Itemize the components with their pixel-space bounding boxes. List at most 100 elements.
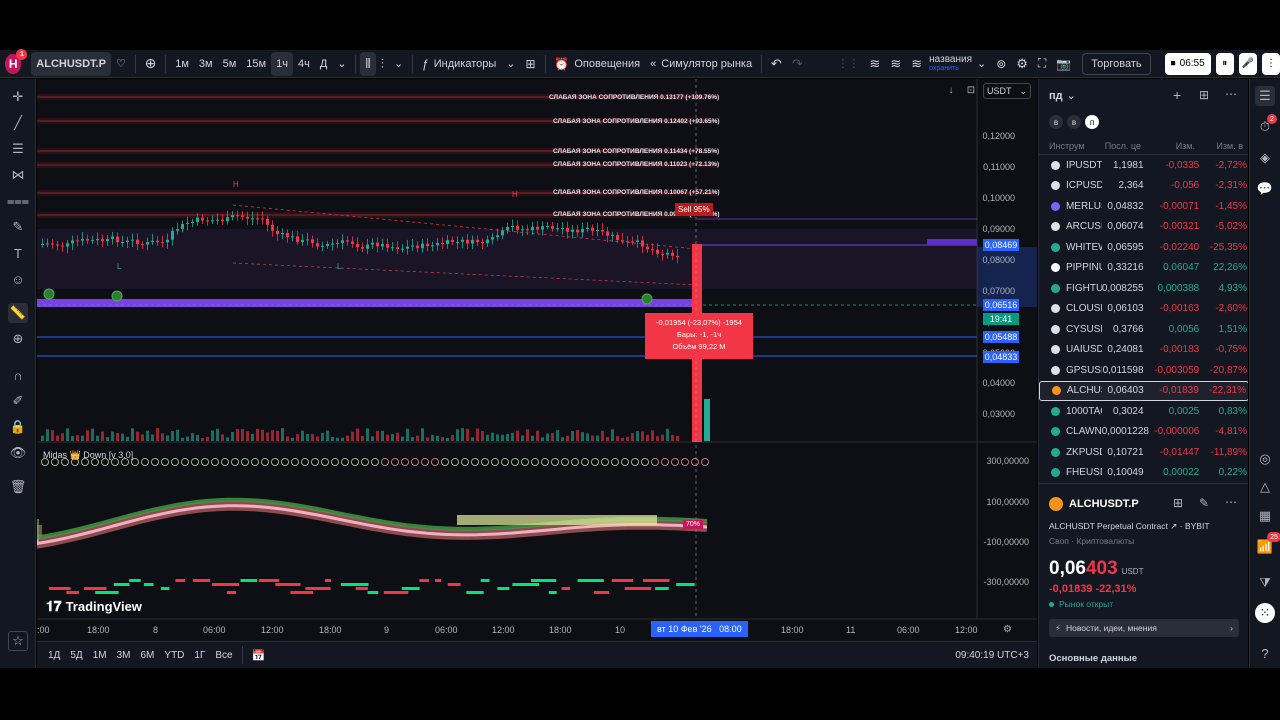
quick-search-icon[interactable]: ⊚ xyxy=(991,52,1011,76)
trade-button[interactable]: Торговать xyxy=(1082,52,1151,75)
watchlist-row[interactable]: 1000TAG 0,3024 0,0025 0,83% xyxy=(1039,401,1248,421)
range-4[interactable]: 6М xyxy=(136,643,160,667)
range-1[interactable]: 5Д xyxy=(65,643,87,667)
clock-label[interactable]: 09:40:19 UTC+3 xyxy=(955,650,1029,661)
interval-0[interactable]: 1м xyxy=(170,52,194,76)
interval-dropdown-icon[interactable]: ⌄ xyxy=(332,52,351,76)
watchlist-row[interactable]: IPUSDT 1,1981 -0,0335 -2,72% xyxy=(1039,155,1248,175)
header-change[interactable]: Изм. xyxy=(1141,141,1195,151)
watchlist-row[interactable]: ARCUSD 0,06074 -0,00321 -5,02% xyxy=(1039,217,1248,237)
settings-gear-icon[interactable]: ⚙ xyxy=(1011,52,1033,76)
watchlist-row[interactable]: CLAWNC0,0001228 -0,000006 -4,81% xyxy=(1039,422,1248,442)
help-drop-icon[interactable]: ⧩ xyxy=(1255,573,1275,593)
watchlist-row[interactable]: MERLUS 0,04832 -0,00071 -1,45% xyxy=(1039,196,1248,216)
details-symbol[interactable]: ALCHUSDT.P xyxy=(1069,498,1139,510)
currency-select[interactable]: USDT ⌄ xyxy=(983,83,1031,99)
time-axis-settings-icon[interactable]: ⚙ xyxy=(1003,624,1012,635)
brush-icon[interactable]: ✎ xyxy=(8,217,28,237)
chat-icon[interactable]: 💬 xyxy=(1255,179,1275,199)
advanced-view-icon[interactable]: ⊞ xyxy=(1199,88,1209,102)
watchlist-row[interactable]: CYSUSD 0,3766 0,0056 1,51% xyxy=(1039,319,1248,339)
fullscreen-icon[interactable]: ⛶ xyxy=(1033,52,1051,76)
zoom-icon[interactable]: ⊕ xyxy=(8,329,28,349)
watchlist-tab-1[interactable]: в xyxy=(1067,115,1081,129)
watchlist-row[interactable]: ZKPUSD 0,10721 -0,01447 -11,89% xyxy=(1039,442,1248,462)
fundamentals-title[interactable]: Основные данные xyxy=(1049,653,1137,664)
stay-drawing-icon[interactable]: ✐ xyxy=(8,391,28,411)
range-5[interactable]: YTD xyxy=(159,643,189,667)
compare-plus-icon[interactable]: ⊕ xyxy=(140,52,162,76)
apps-grid-icon[interactable]: ⁙ xyxy=(1255,603,1275,623)
microphone-icon[interactable]: 🎤 xyxy=(1238,52,1257,75)
range-7[interactable]: Все xyxy=(210,643,237,667)
interval-5[interactable]: 4ч xyxy=(293,52,315,76)
ideas-icon[interactable]: △ xyxy=(1255,477,1275,497)
watchlist-row[interactable]: PIPPINU 0,33216 0,06047 22,26% xyxy=(1039,258,1248,278)
range-3[interactable]: 3М xyxy=(112,643,136,667)
redo-icon[interactable]: ↷ xyxy=(787,52,808,76)
magnet-icon[interactable]: ∩ xyxy=(8,365,28,385)
news-ideas-button[interactable]: ⚡ Новости, идеи, мнения › xyxy=(1049,619,1239,637)
layers-icon[interactable]: ◈ xyxy=(1255,148,1275,168)
watchlist-tab-0[interactable]: в xyxy=(1049,115,1063,129)
profile-avatar[interactable]: H 1 xyxy=(4,48,28,74)
watchlist-row[interactable]: WHITEW 0,06595 -0,02240 -25,35% xyxy=(1039,237,1248,257)
pattern-icon[interactable]: ⋈ xyxy=(8,165,28,185)
indicators-button[interactable]: ƒ Индикаторы xyxy=(417,52,501,76)
indicators-dropdown-icon[interactable]: ⌄ xyxy=(501,52,520,76)
header-last[interactable]: Посл. це xyxy=(1097,141,1141,151)
favorites-star-icon[interactable]: ☆ xyxy=(8,631,28,651)
interval-3[interactable]: 15м xyxy=(241,52,271,76)
watchlist-icon[interactable]: ☰ xyxy=(1255,86,1275,106)
more-options-icon[interactable]: ⋯ xyxy=(1225,87,1237,101)
multi-chart-icon-3[interactable]: ≋ xyxy=(906,52,927,76)
layout-dropdown-icon[interactable]: ⌄ xyxy=(972,52,991,76)
watchlist-row[interactable]: FIGHTU 0,008255 0,000388 4,93% xyxy=(1039,278,1248,298)
target-icon[interactable]: ◎ xyxy=(1255,449,1275,469)
candles-chart-type-icon[interactable]: ⫴ xyxy=(360,51,376,76)
add-symbol-icon[interactable]: + xyxy=(1173,87,1181,103)
interval-6[interactable]: Д xyxy=(315,52,332,76)
chart-type-icon[interactable]: ⫶ xyxy=(376,52,389,76)
ruler-icon[interactable]: 📏 xyxy=(8,303,28,323)
interval-1[interactable]: 3м xyxy=(194,52,218,76)
header-change-pct[interactable]: Изм. в xyxy=(1195,141,1243,151)
watchlist-title-button[interactable]: пд ⌄ xyxy=(1049,89,1076,103)
more-icon[interactable]: ⋮ xyxy=(1261,52,1280,75)
range-6[interactable]: 1Г xyxy=(189,643,210,667)
symbol-info-icon[interactable]: ♡ xyxy=(111,52,131,76)
help-icon[interactable]: ? xyxy=(1255,643,1275,663)
watchlist-row[interactable]: GPSUSD0,011598 -0,003059 -20,87% xyxy=(1039,360,1248,380)
pause-icon[interactable]: ⏸ xyxy=(1215,52,1234,75)
interval-4[interactable]: 1ч xyxy=(271,51,293,76)
record-timer[interactable]: ⏹ 06:55 xyxy=(1164,52,1211,75)
range-2[interactable]: 1М xyxy=(88,643,112,667)
crosshair-icon[interactable]: ✛ xyxy=(8,87,28,107)
camera-icon[interactable]: 📷 xyxy=(1051,52,1076,76)
watchlist-row[interactable]: FHEUSD 0,10049 0,00022 0,22% xyxy=(1039,463,1248,483)
details-more-icon[interactable]: ⋯ xyxy=(1225,495,1237,509)
calendar-icon[interactable]: ▦ xyxy=(1255,506,1275,526)
alerts-clock-icon[interactable]: ⏱ 2 xyxy=(1255,114,1277,137)
watchlist-row[interactable]: CLOUSD 0,06103 -0,00163 -2,60% xyxy=(1039,299,1248,319)
templates-icon[interactable]: ⊞ xyxy=(521,52,541,76)
projection-icon[interactable]: ⩶ xyxy=(7,191,29,211)
trash-icon[interactable]: 🗑 xyxy=(8,477,28,497)
chart-canvas[interactable]: H H L L xyxy=(37,79,1037,641)
alerts-button[interactable]: ⏰ Оповещения xyxy=(549,52,645,76)
watchlist-row[interactable]: ALCHUS 0,06403 -0,01839 -22,31% xyxy=(1039,380,1248,401)
multi-chart-icon-1[interactable]: ≋ xyxy=(864,52,885,76)
emoji-icon[interactable]: ☺ xyxy=(8,269,28,289)
indicator-title[interactable]: Midas 👑 Down [v 3.0] xyxy=(43,450,133,461)
go-to-date-icon[interactable]: 📅 xyxy=(247,643,271,667)
trend-line-icon[interactable]: ╱ xyxy=(8,113,28,133)
watchlist-row[interactable]: ICPUSDT 2,364 -0,056 -2,31% xyxy=(1039,176,1248,196)
chart-type-dropdown-icon[interactable]: ⌄ xyxy=(389,52,408,76)
lock-icon[interactable]: 🔒 xyxy=(8,417,28,437)
symbol-search-button[interactable]: ALCHUSDT.P xyxy=(31,51,111,76)
interval-2[interactable]: 5м xyxy=(218,52,242,76)
multi-chart-icon-2[interactable]: ≋ xyxy=(885,52,906,76)
watchlist-row[interactable]: UAIUSDT 0,24081 -0,00183 -0,75% xyxy=(1039,340,1248,360)
text-icon[interactable]: T xyxy=(8,243,28,263)
scroll-down-icon[interactable]: ↓ xyxy=(943,85,959,99)
